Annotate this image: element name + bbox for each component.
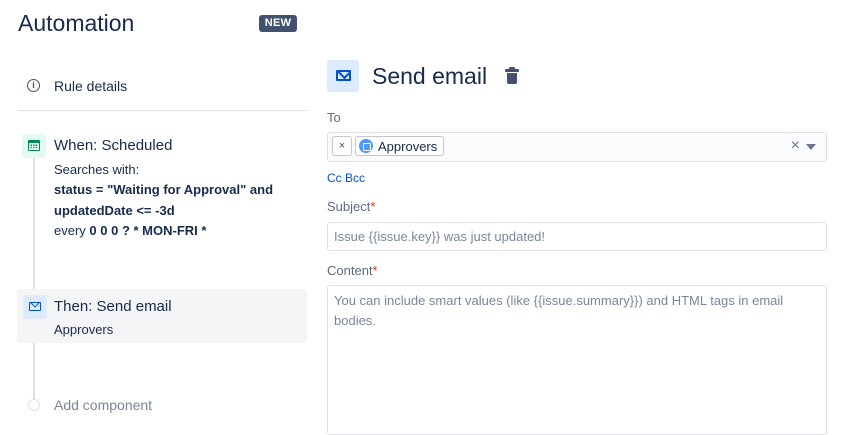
schedule-prefix: every (54, 223, 86, 238)
to-label: To (327, 110, 341, 125)
email-icon (23, 295, 47, 319)
action-card-send-email[interactable]: Then: Send email Approvers (17, 289, 307, 343)
email-icon (327, 60, 359, 92)
subject-input[interactable] (327, 222, 827, 251)
trigger-title[interactable]: When: Scheduled (54, 137, 172, 154)
chevron-down-icon[interactable] (806, 144, 816, 150)
info-icon: i (27, 79, 40, 92)
trigger-schedule: every 0 0 0 ? * MON-FRI * (54, 223, 206, 238)
editor-title: Send email (372, 63, 488, 89)
subject-label: Subject* (327, 199, 376, 214)
rule-details-label: Rule details (54, 78, 128, 94)
to-recipient-select[interactable]: × Approvers × (327, 132, 827, 162)
required-mark: * (372, 263, 378, 278)
clear-icon[interactable]: × (791, 137, 800, 155)
cc-bcc-link[interactable]: Cc Bcc (327, 171, 365, 185)
action-title: Then: Send email (54, 298, 172, 315)
remove-recipient-button[interactable]: × (332, 136, 352, 156)
trigger-jql-line-1: status = "Waiting for Approval" and (54, 182, 274, 197)
page-title: Automation (18, 10, 135, 36)
trigger-search-label: Searches with: (54, 162, 140, 177)
add-component-link[interactable]: Add component (54, 397, 152, 413)
schedule-cron: 0 0 0 ? * MON-FRI * (89, 223, 207, 238)
calendar-icon (22, 134, 46, 158)
recipient-chip[interactable]: Approvers (355, 136, 445, 156)
sidebar-divider (18, 110, 307, 111)
trigger-jql-line-2: updatedDate <= -3d (54, 203, 175, 218)
recipient-label: Approvers (378, 138, 438, 154)
trash-icon[interactable] (504, 67, 520, 86)
action-subtitle: Approvers (54, 322, 114, 337)
user-field-icon (359, 139, 373, 153)
add-component-dot-icon (28, 399, 40, 411)
new-badge: NEW (259, 15, 297, 32)
rule-details-item[interactable]: i Rule details (18, 72, 308, 100)
required-mark: * (370, 199, 376, 214)
rule-timeline-line (33, 150, 35, 404)
content-label: Content* (327, 263, 378, 278)
content-textarea[interactable] (327, 285, 827, 435)
